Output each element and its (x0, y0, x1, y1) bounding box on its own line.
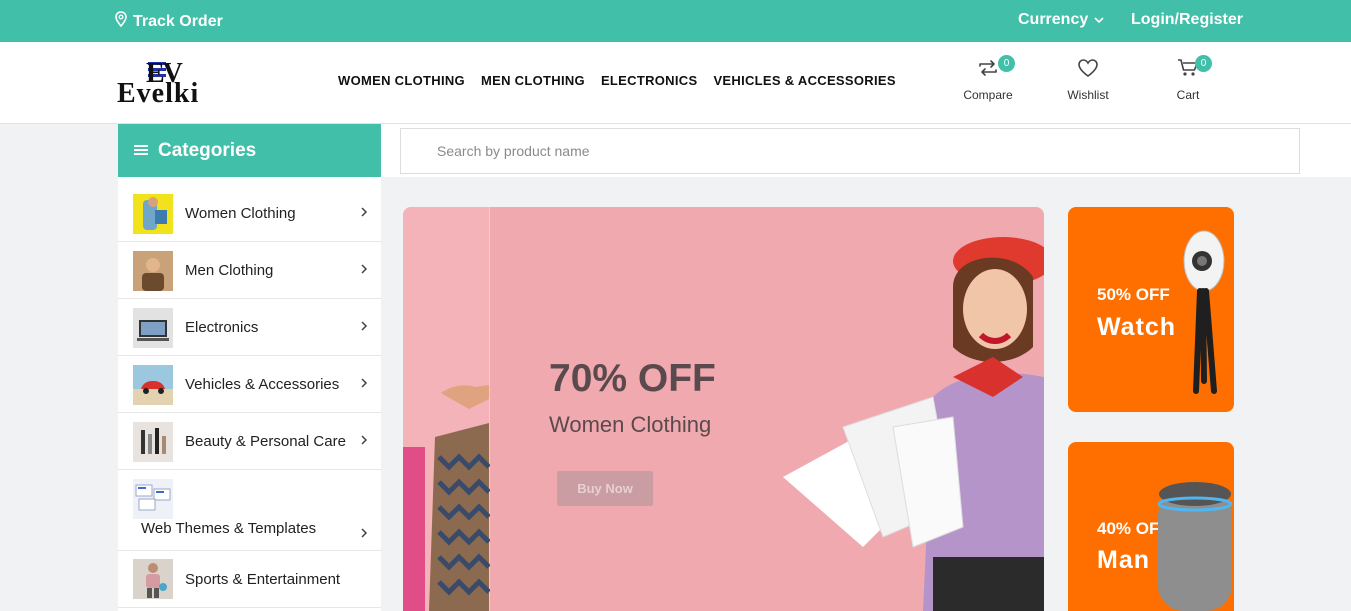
search-input[interactable] (400, 128, 1300, 174)
category-label: Sports & Entertainment (185, 570, 341, 588)
category-thumbnail (133, 194, 173, 234)
category-label: Women Clothing (185, 204, 296, 222)
nav-women-clothing[interactable]: WOMEN CLOTHING (338, 73, 465, 88)
category-thumbnail (133, 308, 173, 348)
category-list: Women Clothing Men Clothing Electronics … (118, 177, 381, 611)
buy-now-button[interactable]: Buy Now (557, 471, 653, 506)
category-label: Electronics (185, 318, 259, 336)
promo-card-watch[interactable]: 50% OFF Watch (1068, 207, 1234, 412)
category-item-men-clothing[interactable]: Men Clothing (118, 242, 381, 299)
category-item-vehicles-accessories[interactable]: Vehicles & Accessories (118, 356, 381, 413)
camera-product-image (1183, 230, 1225, 394)
promo-title: Man (1097, 546, 1150, 574)
category-thumbnail (133, 559, 173, 599)
smart-speaker-product-image (1157, 482, 1233, 611)
categories-title: Categories (158, 139, 257, 161)
top-bar: Track Order Currency Login/Register (0, 0, 1351, 42)
compare-count-badge: 0 (998, 55, 1015, 72)
heart-icon (1077, 58, 1099, 83)
compare-button[interactable]: 0 Compare (953, 55, 1023, 102)
category-item-women-clothing[interactable]: Women Clothing (118, 185, 381, 242)
hero-model-illustration (783, 237, 1044, 611)
login-register-link[interactable]: Login/Register (1131, 11, 1243, 29)
category-item-web-themes-templates[interactable]: Web Themes & Templates (118, 470, 381, 551)
wishlist-label: Wishlist (1067, 88, 1109, 102)
nav-men-clothing[interactable]: MEN CLOTHING (481, 73, 585, 88)
chevron-right-icon (360, 262, 368, 278)
hero-title: Women Clothing (549, 412, 712, 437)
hero-side-panel (403, 207, 491, 611)
chevron-down-icon (1094, 11, 1104, 29)
cart-button[interactable]: 0 Cart (1153, 55, 1223, 102)
chevron-right-icon (360, 376, 368, 392)
chevron-right-icon (360, 526, 368, 542)
hero-discount: 70% OFF (549, 357, 716, 400)
wishlist-button[interactable]: Wishlist (1053, 58, 1123, 102)
categories-toggle[interactable]: Categories (118, 124, 381, 177)
currency-label: Currency (1018, 11, 1089, 28)
location-pin-icon (114, 11, 128, 32)
category-thumbnail (133, 365, 173, 405)
promo-title: Watch (1097, 313, 1177, 341)
category-item-beauty-personal-care[interactable]: Beauty & Personal Care (118, 413, 381, 470)
compare-arrows-icon (977, 58, 999, 83)
promo-discount: 50% OFF (1097, 285, 1170, 304)
site-logo[interactable]: EV Evelki (117, 58, 257, 108)
promo-card-man[interactable]: 40% OFF Man (1068, 442, 1234, 611)
currency-dropdown[interactable]: Currency (1018, 11, 1104, 29)
chevron-right-icon (360, 433, 368, 449)
category-label: Vehicles & Accessories (185, 375, 340, 393)
chevron-right-icon (360, 205, 368, 221)
compare-label: Compare (963, 88, 1013, 102)
hero-banner[interactable]: 70% OFF Women Clothing Buy Now (403, 207, 1044, 611)
main-header: EV Evelki WOMEN CLOTHING MEN CLOTHING EL… (0, 42, 1351, 124)
chevron-right-icon (360, 319, 368, 335)
category-label: Beauty & Personal Care (185, 432, 346, 450)
track-order-link[interactable]: Track Order (114, 11, 223, 32)
cart-count-badge: 0 (1195, 55, 1212, 72)
menu-lines-icon (134, 140, 148, 162)
track-order-label: Track Order (133, 12, 223, 30)
category-item-sports-entertainment[interactable]: Sports & Entertainment (118, 551, 381, 608)
category-label: Web Themes & Templates (141, 520, 317, 537)
category-thumbnail (133, 251, 173, 291)
main-nav: WOMEN CLOTHING MEN CLOTHING ELECTRONICS … (338, 73, 896, 88)
shopping-bag-illustration (403, 385, 491, 611)
nav-vehicles-accessories[interactable]: VEHICLES & ACCESSORIES (713, 73, 895, 88)
category-thumbnail (133, 422, 173, 462)
cart-label: Cart (1176, 88, 1200, 102)
logo-text: Evelki (117, 78, 200, 109)
nav-electronics[interactable]: ELECTRONICS (601, 73, 697, 88)
category-label: Men Clothing (185, 261, 274, 279)
category-thumbnail (133, 479, 173, 519)
category-item-electronics[interactable]: Electronics (118, 299, 381, 356)
